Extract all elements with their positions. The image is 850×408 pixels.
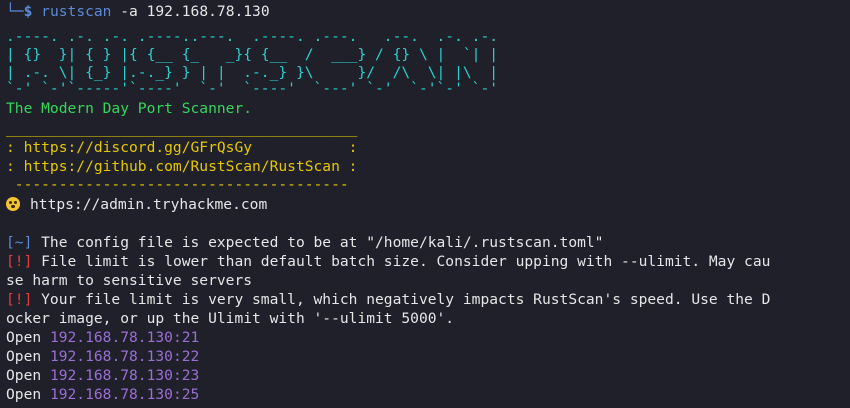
command-args: -a 192.168.78.130 bbox=[111, 3, 270, 20]
message-small-limit: [!] Your file limit is very small, which… bbox=[6, 290, 770, 309]
open-label: Open bbox=[6, 367, 50, 384]
prompt-corner: └─ bbox=[6, 3, 24, 20]
warning-tag: [!] bbox=[6, 253, 33, 270]
open-port-address: 192.168.78.130:25 bbox=[49, 386, 200, 403]
message-text: Your file limit is very small, which neg… bbox=[32, 291, 771, 308]
open-label: Open bbox=[6, 329, 50, 346]
open-label: Open bbox=[6, 348, 50, 365]
command-name: rustscan bbox=[41, 3, 112, 20]
tagline: The Modern Day Port Scanner. bbox=[6, 100, 253, 117]
message-file-limit-cont: se harm to sensitive servers bbox=[6, 272, 253, 289]
open-port-address: 192.168.78.130:22 bbox=[49, 348, 200, 365]
open-port-address: 192.168.78.130:23 bbox=[49, 367, 200, 384]
message-file-limit: [!] File limit is lower than default bat… bbox=[6, 252, 770, 271]
terminal-window[interactable]: └─$ rustscan -a 192.168.78.130 .----. .-… bbox=[0, 0, 850, 408]
open-port-line: Open 192.168.78.130:22 bbox=[6, 347, 199, 366]
message-small-limit-cont: ocker image, or up the Ulimit with '--ul… bbox=[6, 310, 455, 327]
prompt-dollar: $ bbox=[23, 3, 33, 20]
discord-link[interactable]: : https://discord.gg/GFrQsGy : bbox=[6, 138, 357, 157]
open-port-line: Open 192.168.78.130:25 bbox=[6, 385, 199, 404]
open-port-line: Open 192.168.78.130:23 bbox=[6, 366, 199, 385]
open-port-line: Open 192.168.78.130:21 bbox=[6, 328, 199, 347]
open-label: Open bbox=[6, 386, 50, 403]
open-port-address: 192.168.78.130:21 bbox=[49, 329, 200, 346]
logo-line-1: .----. .-. .-. .----..---. .----. .---. … bbox=[6, 28, 499, 45]
info-tag: [~] bbox=[6, 234, 33, 251]
admin-line: https://admin.tryhackme.com bbox=[6, 195, 267, 214]
logo-line-2: | {} }| { } |{ {__ {_ _}{ {__ / ___} / {… bbox=[6, 46, 499, 63]
banner-top-rule: ________________________________________ bbox=[6, 120, 358, 137]
message-config: [~] The config file is expected to be at… bbox=[6, 233, 603, 252]
banner-bottom-rule: -------------------------------------- bbox=[6, 176, 349, 193]
surprised-face-icon bbox=[6, 197, 20, 211]
logo-line-4: `-' `-'`-----'`----' `-' `----' `---' `-… bbox=[6, 80, 499, 97]
message-text: The config file is expected to be at "/h… bbox=[32, 234, 604, 251]
message-text: File limit is lower than default batch s… bbox=[32, 253, 771, 270]
prompt-line: └─$ rustscan -a 192.168.78.130 bbox=[6, 2, 270, 21]
admin-url[interactable]: https://admin.tryhackme.com bbox=[30, 196, 267, 213]
warning-tag: [!] bbox=[6, 291, 33, 308]
github-link[interactable]: : https://github.com/RustScan/RustScan : bbox=[6, 157, 357, 176]
